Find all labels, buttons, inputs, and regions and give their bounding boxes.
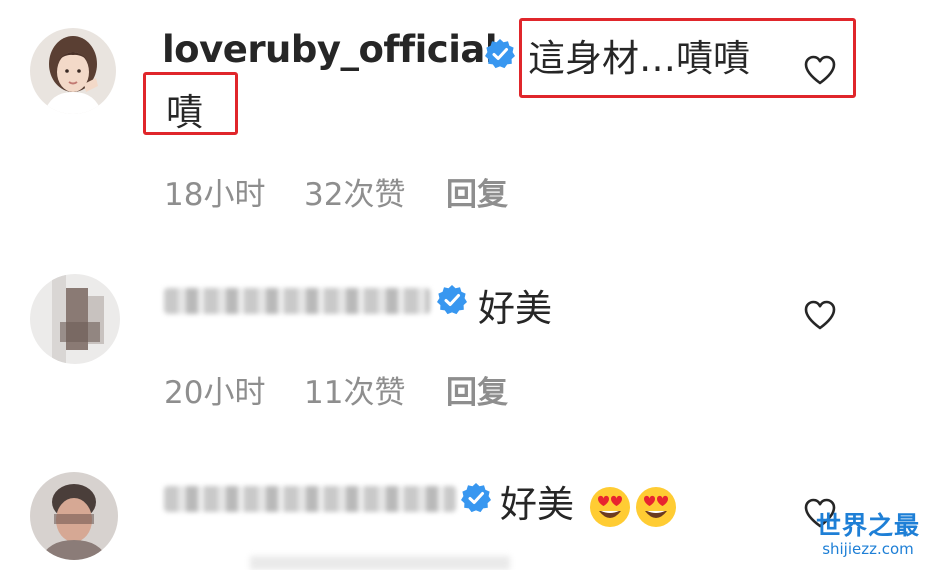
comment-3: 好美 — [0, 430, 932, 570]
comment-time: 18小时 — [164, 177, 266, 213]
heart-eyes-emoji-icon — [589, 486, 630, 527]
reply-button[interactable]: 回复 — [446, 367, 508, 412]
cut-off-text — [250, 556, 510, 570]
comment-text: 好美 — [478, 287, 552, 330]
avatar[interactable] — [30, 28, 116, 114]
comment-time: 20小时 — [164, 375, 266, 411]
heart-eyes-emoji-icon — [635, 486, 676, 527]
verified-badge-icon — [461, 483, 491, 513]
reply-button[interactable]: 回复 — [446, 169, 508, 214]
like-heart-icon[interactable] — [804, 55, 836, 85]
comment-2: 好美 20小时 11次赞 回复 — [0, 230, 932, 430]
watermark-url: shijiezz.com — [822, 540, 914, 558]
blurred-avatar-icon — [30, 274, 120, 364]
like-count[interactable]: 32次赞 — [304, 169, 405, 214]
like-count[interactable]: 11次赞 — [304, 367, 405, 412]
highlight-box — [143, 72, 238, 135]
like-heart-icon[interactable] — [804, 300, 836, 330]
verified-badge-icon — [437, 285, 467, 315]
username[interactable]: loveruby_official — [162, 28, 498, 71]
comment-text-body: 好美 — [500, 483, 574, 526]
watermark-title: 世界之最 — [815, 511, 920, 540]
blurred-username[interactable] — [164, 486, 456, 512]
comment-text: 好美 — [500, 474, 678, 529]
avatar-photo-icon — [30, 28, 116, 114]
blurred-avatar-icon — [30, 472, 118, 560]
avatar[interactable] — [30, 274, 120, 364]
avatar[interactable] — [30, 472, 118, 560]
watermark: 世界之最 shijiezz.com — [806, 511, 930, 559]
blurred-username[interactable] — [164, 288, 430, 314]
verified-badge-icon — [485, 39, 515, 69]
comment-1: loveruby_official 這身材…嘖嘖 嘖 18小时 32次赞 回复 — [0, 0, 932, 230]
